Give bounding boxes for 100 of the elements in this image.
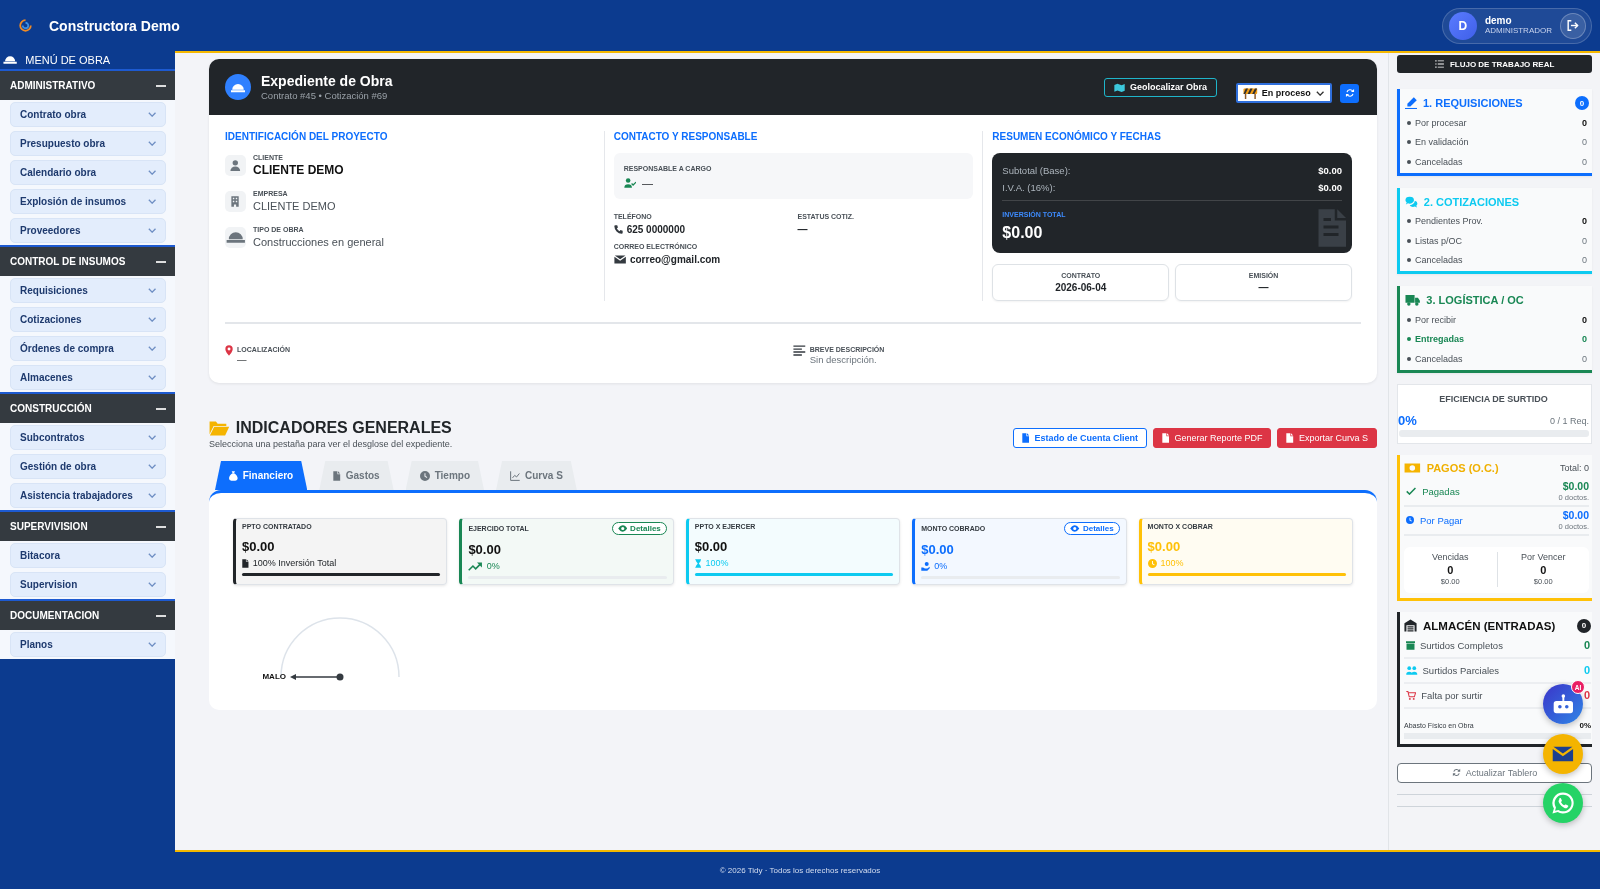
truck-icon	[1405, 294, 1421, 306]
field-value: —	[797, 224, 808, 235]
action-button[interactable]: Exportar Curva S	[1277, 428, 1377, 448]
stage-row-label: Listas p/OC	[1415, 235, 1463, 246]
chevron-down-icon	[1315, 90, 1324, 96]
stage-row-value: 0	[1582, 255, 1588, 266]
record-title: Expediente de Obra	[261, 72, 393, 90]
chevron-down-icon	[147, 112, 156, 117]
file-icon	[1286, 433, 1294, 443]
logo-icon	[19, 19, 32, 32]
list-icon	[1434, 60, 1444, 68]
summary-value: $0.00	[1318, 164, 1342, 178]
text-lines-icon	[793, 345, 806, 356]
menu-item[interactable]: Presupuesto obra	[10, 131, 166, 156]
file-icon	[333, 470, 341, 481]
gauge-label: MALO	[262, 672, 286, 682]
menu-item[interactable]: Calendario obra	[10, 160, 166, 185]
refresh-icon	[1344, 88, 1355, 98]
refresh-button[interactable]	[1340, 83, 1359, 103]
field-value: CLIENTE DEMO	[253, 162, 344, 178]
section-header[interactable]: DOCUMENTACION	[0, 599, 175, 630]
section-subtitle: Selecciona una pestaña para ver el desglose del expediente.	[209, 439, 453, 450]
user-icon	[225, 155, 246, 176]
bullet-icon	[1407, 238, 1411, 243]
section-header[interactable]: CONTROL DE INSUMOS	[0, 245, 175, 276]
bullet-icon	[1407, 219, 1411, 224]
tab[interactable]: Financiero	[215, 461, 308, 490]
field-value: —	[642, 177, 654, 189]
stage-row-label: Canceladas	[1415, 353, 1463, 364]
stage-row-label: Pendientes Prov.	[1415, 216, 1483, 227]
details-button[interactable]: Detalles	[1064, 522, 1120, 535]
brand-name: Constructora Demo	[49, 17, 180, 34]
menu-item[interactable]: Explosión de insumos	[10, 189, 166, 214]
user-role: ADMINISTRADOR	[1484, 25, 1552, 36]
warehouse-row-label: Surtidos Parciales	[1422, 664, 1500, 676]
geolocate-button[interactable]: Geolocalizar Obra	[1103, 77, 1217, 97]
document-icon	[1316, 208, 1346, 248]
menu-item[interactable]: Contrato obra	[10, 102, 166, 127]
payment-amount: $0.00	[1562, 479, 1589, 493]
action-button[interactable]: Generar Reporte PDF	[1152, 428, 1272, 448]
bullet-icon	[1407, 356, 1411, 361]
kpi-note: 0%	[486, 561, 500, 571]
people-icon	[1406, 665, 1418, 675]
file-icon	[242, 558, 249, 568]
check-icon	[1406, 487, 1417, 495]
section-header[interactable]: ADMINISTRATIVO	[0, 69, 175, 100]
menu-item[interactable]: Requisiciones	[10, 278, 166, 303]
box-icon	[1406, 640, 1415, 650]
hard-hat-icon	[225, 227, 246, 248]
section-title: INDICADORES GENERALES	[235, 418, 452, 438]
sidebar-title: MENÚ DE OBRA	[25, 54, 111, 66]
section-header[interactable]: SUPERVIVISION	[0, 510, 175, 541]
menu-item[interactable]: Asistencia trabajadores	[10, 483, 166, 508]
bucket-label: Por Vencer	[1521, 551, 1566, 563]
menu-item[interactable]: Planos	[10, 632, 166, 657]
field-value: CLIENTE DEMO	[253, 199, 336, 214]
eye-icon	[617, 525, 628, 532]
section-heading: RESUMEN ECONÓMICO Y FECHAS	[992, 131, 1162, 143]
menu-item[interactable]: Cotizaciones	[10, 307, 166, 332]
avatar: D	[1448, 11, 1477, 40]
field-value: correo@gmail.com	[629, 254, 721, 265]
menu-item[interactable]: Gestión de obra	[10, 454, 166, 479]
file-icon	[1161, 433, 1170, 443]
line-chart-icon	[510, 470, 521, 481]
tab[interactable]: Curva S	[496, 461, 577, 490]
menu-item[interactable]: Bitacora	[10, 543, 166, 568]
kpi-note: 100%	[1160, 558, 1184, 568]
eye-icon	[1070, 525, 1080, 532]
workflow-button[interactable]: FLUJO DE TRABAJO REAL	[1397, 55, 1592, 73]
envelope-icon	[1552, 745, 1574, 762]
warehouse-row-value: 0	[1583, 664, 1591, 676]
tab[interactable]: Gastos	[319, 461, 394, 490]
warehouse-row-label: Surtidos Completos	[1420, 639, 1503, 651]
stage-row-label: En validación	[1415, 137, 1469, 148]
stage-row-value: 0	[1582, 117, 1588, 128]
chevron-down-icon	[147, 642, 156, 647]
menu-item[interactable]: Subcontratos	[10, 425, 166, 450]
robot-icon	[1552, 694, 1574, 714]
chevron-down-icon	[147, 346, 156, 351]
menu-item[interactable]: Proveedores	[10, 218, 166, 243]
logout-button[interactable]	[1560, 12, 1586, 39]
tab[interactable]: Tiempo	[405, 461, 485, 490]
warehouse-icon	[1404, 619, 1417, 632]
action-button[interactable]: Estado de Cuenta Client	[1012, 428, 1147, 448]
details-button[interactable]: Detalles	[611, 522, 667, 535]
status-select[interactable]: En proceso	[1236, 83, 1332, 103]
stage-row-label: Canceladas	[1415, 156, 1463, 167]
phone-bubble-icon	[1552, 792, 1574, 814]
bullet-icon	[1407, 140, 1411, 145]
envelope-icon	[613, 255, 626, 264]
total-value: $0.00	[1002, 223, 1044, 243]
section-header[interactable]: CONSTRUCCIÓN	[0, 392, 175, 423]
payments-total: Total: 0	[1559, 462, 1589, 473]
warehouse-row-label: Falta por surtir	[1421, 689, 1483, 701]
stage-title: 2. COTIZACIONES	[1423, 195, 1520, 208]
menu-item[interactable]: Órdenes de compra	[10, 336, 166, 361]
money-bag-icon	[229, 470, 238, 481]
menu-item[interactable]: Supervision	[10, 572, 166, 597]
count-badge: 0	[1575, 96, 1589, 110]
menu-item[interactable]: Almacenes	[10, 365, 166, 390]
